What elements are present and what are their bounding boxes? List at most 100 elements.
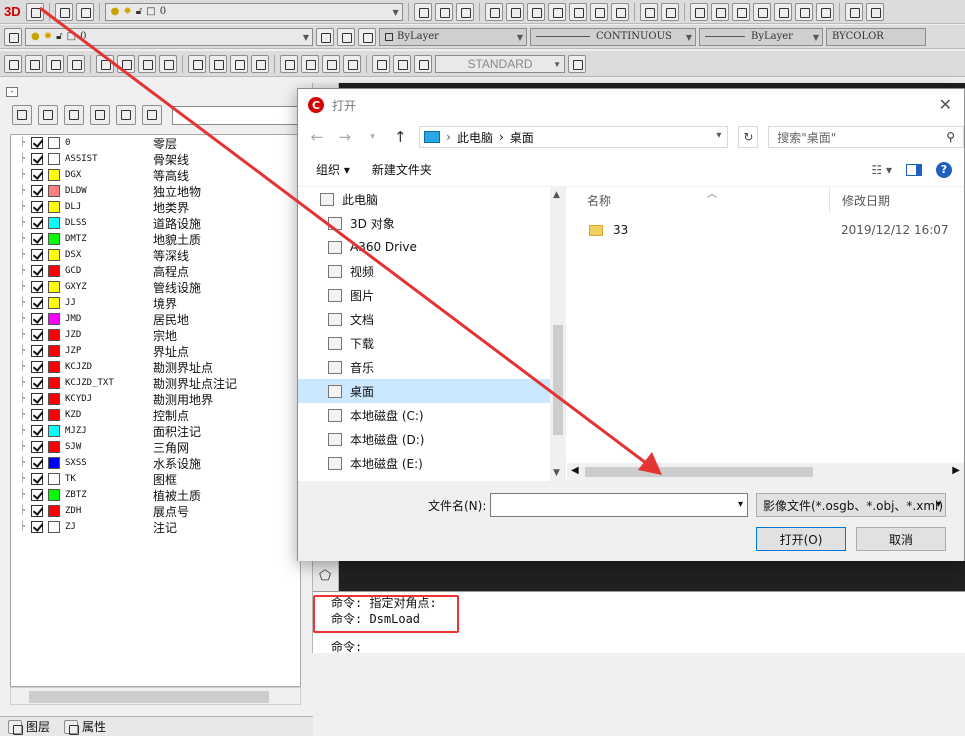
layer-color-swatch[interactable] bbox=[48, 441, 60, 453]
inspect-icon[interactable] bbox=[322, 54, 340, 73]
layer-visibility-checkbox[interactable] bbox=[31, 425, 43, 437]
menu-icon[interactable] bbox=[413, 2, 432, 21]
collapse-icon[interactable]: - bbox=[6, 87, 18, 97]
render-icon[interactable] bbox=[25, 2, 44, 21]
layer-row[interactable]: ┝ KCJZD 勘测界址点 bbox=[11, 359, 300, 375]
nav-item[interactable]: 此电脑 bbox=[298, 187, 565, 211]
refresh-icon[interactable]: ↻ bbox=[738, 126, 759, 148]
rotate-icon[interactable] bbox=[773, 2, 792, 21]
layer-row[interactable]: ┝ ZJ 注记 bbox=[11, 519, 300, 535]
layer-visibility-checkbox[interactable] bbox=[31, 137, 43, 149]
undo-icon[interactable] bbox=[639, 2, 658, 21]
nav-item[interactable]: 3D 对象 bbox=[298, 211, 565, 235]
layer-row[interactable]: ┝ SXSS 水系设施 bbox=[11, 455, 300, 471]
layer-color-swatch[interactable] bbox=[48, 425, 60, 437]
layer-color-swatch[interactable] bbox=[48, 201, 60, 213]
layer-filter-input[interactable] bbox=[172, 105, 300, 125]
nav-item[interactable]: 图片 bbox=[298, 283, 565, 307]
new-layer-icon[interactable] bbox=[12, 105, 32, 125]
layer-visibility-checkbox[interactable] bbox=[31, 345, 43, 357]
line-tool-icon[interactable] bbox=[794, 2, 813, 21]
layer-color-swatch[interactable] bbox=[48, 137, 60, 149]
layer-color-swatch[interactable] bbox=[48, 153, 60, 165]
layer-visibility-checkbox[interactable] bbox=[31, 313, 43, 325]
layer-color-swatch[interactable] bbox=[48, 217, 60, 229]
layer-row[interactable]: ┝ KCJZD_TXT 勘测界址点注记 bbox=[11, 375, 300, 391]
layer-row[interactable]: ┝ KCYDJ 勘测用地界 bbox=[11, 391, 300, 407]
layer-visibility-checkbox[interactable] bbox=[31, 489, 43, 501]
layer-visibility-checkbox[interactable] bbox=[31, 153, 43, 165]
layer-row[interactable]: ┝ DLDW 独立地物 bbox=[11, 183, 300, 199]
plotstyle-combo[interactable]: BYCOLOR bbox=[826, 27, 926, 46]
dim-ordinate-icon[interactable] bbox=[67, 54, 85, 73]
save-icon[interactable] bbox=[455, 2, 474, 21]
open-button[interactable]: 打开(O) bbox=[756, 527, 846, 551]
dim-space-icon[interactable] bbox=[251, 54, 269, 73]
match-properties-icon[interactable] bbox=[731, 2, 750, 21]
layer-color-swatch[interactable] bbox=[48, 489, 60, 501]
layer-row[interactable]: ┝ SJW 三角网 bbox=[11, 439, 300, 455]
scroll-right-icon[interactable]: ▶ bbox=[952, 465, 960, 476]
layer-visibility-checkbox[interactable] bbox=[31, 185, 43, 197]
file-list-hscroll[interactable]: ◀ ▶ bbox=[567, 463, 964, 481]
file-row[interactable]: 33 2019/12/12 16:07 bbox=[567, 217, 964, 243]
layer-visibility-checkbox[interactable] bbox=[31, 297, 43, 309]
zoom-extents-icon[interactable] bbox=[568, 2, 587, 21]
layer-visibility-checkbox[interactable] bbox=[31, 441, 43, 453]
layer-color-swatch[interactable] bbox=[48, 393, 60, 405]
layer-color-swatch[interactable] bbox=[48, 521, 60, 533]
layer-visibility-checkbox[interactable] bbox=[31, 457, 43, 469]
quick-dim-icon[interactable] bbox=[188, 54, 206, 73]
trim-icon[interactable] bbox=[815, 2, 834, 21]
layer-visibility-checkbox[interactable] bbox=[31, 233, 43, 245]
layer-visibility-checkbox[interactable] bbox=[31, 505, 43, 517]
pan-icon[interactable] bbox=[505, 2, 524, 21]
layer-row[interactable]: ┝ DLJ 地类界 bbox=[11, 199, 300, 215]
layer-color-swatch[interactable] bbox=[48, 473, 60, 485]
layer-row[interactable]: ┝ JJ 境界 bbox=[11, 295, 300, 311]
layer-iso-icon[interactable] bbox=[358, 27, 376, 46]
layer-filter-icon[interactable] bbox=[38, 105, 58, 125]
dim-aligned-icon[interactable] bbox=[25, 54, 43, 73]
close-icon[interactable] bbox=[865, 2, 884, 21]
dim-arc-icon[interactable] bbox=[46, 54, 64, 73]
filetype-select[interactable]: 影像文件(*.osgb、*.obj、*.xml) ▾ bbox=[756, 493, 946, 517]
dim-update-icon[interactable] bbox=[414, 54, 432, 73]
layer-row[interactable]: ┝ ZBTZ 植被土质 bbox=[11, 487, 300, 503]
properties-icon[interactable] bbox=[689, 2, 708, 21]
dim-continue-icon[interactable] bbox=[230, 54, 248, 73]
nav-item[interactable]: 桌面 bbox=[298, 379, 565, 403]
layer-visibility-checkbox[interactable] bbox=[31, 169, 43, 181]
nav-item[interactable]: A360 Drive bbox=[298, 235, 565, 259]
lineweight-combo[interactable]: ByLayer ▼ bbox=[699, 27, 823, 46]
dim-linear-icon[interactable] bbox=[4, 54, 22, 73]
layer-row[interactable]: ┝ MJZJ 面积注记 bbox=[11, 423, 300, 439]
help-icon[interactable] bbox=[844, 2, 863, 21]
layer-row[interactable]: ┝ GCD 高程点 bbox=[11, 263, 300, 279]
dim-diameter-icon[interactable] bbox=[138, 54, 156, 73]
layer-color-swatch[interactable] bbox=[48, 313, 60, 325]
layer-color-swatch[interactable] bbox=[48, 185, 60, 197]
layer-color-swatch[interactable] bbox=[48, 409, 60, 421]
dim-radius-icon[interactable] bbox=[96, 54, 114, 73]
layer-row[interactable]: ┝ JMD 居民地 bbox=[11, 311, 300, 327]
layer-color-swatch[interactable] bbox=[48, 377, 60, 389]
layer-visibility-checkbox[interactable] bbox=[31, 409, 43, 421]
chevron-down-icon[interactable]: ▾ bbox=[738, 499, 743, 510]
nav-scrollbar[interactable]: ▲ ▼ bbox=[550, 187, 566, 481]
layer-settings-icon[interactable] bbox=[64, 105, 84, 125]
layer-row[interactable]: ┝ JZP 界址点 bbox=[11, 343, 300, 359]
chevron-down-icon[interactable]: ▾ bbox=[716, 130, 721, 141]
layer-row[interactable]: ┝ ASSIST 骨架线 bbox=[11, 151, 300, 167]
layer-row[interactable]: ┝ DLSS 道路设施 bbox=[11, 215, 300, 231]
layer-row[interactable]: ┝ DMTZ 地貌土质 bbox=[11, 231, 300, 247]
layer-row[interactable]: ┝ TK 图框 bbox=[11, 471, 300, 487]
nav-item[interactable]: 本地磁盘 (E:) bbox=[298, 451, 565, 475]
layer-color-swatch[interactable] bbox=[48, 345, 60, 357]
scroll-left-icon[interactable]: ◀ bbox=[571, 465, 579, 476]
layer-manager-icon[interactable] bbox=[54, 2, 73, 21]
redo-icon[interactable] bbox=[660, 2, 679, 21]
textstyle-combo[interactable]: STANDARD ▼ bbox=[435, 54, 565, 73]
design-center-icon[interactable] bbox=[710, 2, 729, 21]
new-folder-button[interactable]: 新建文件夹 bbox=[372, 161, 432, 178]
